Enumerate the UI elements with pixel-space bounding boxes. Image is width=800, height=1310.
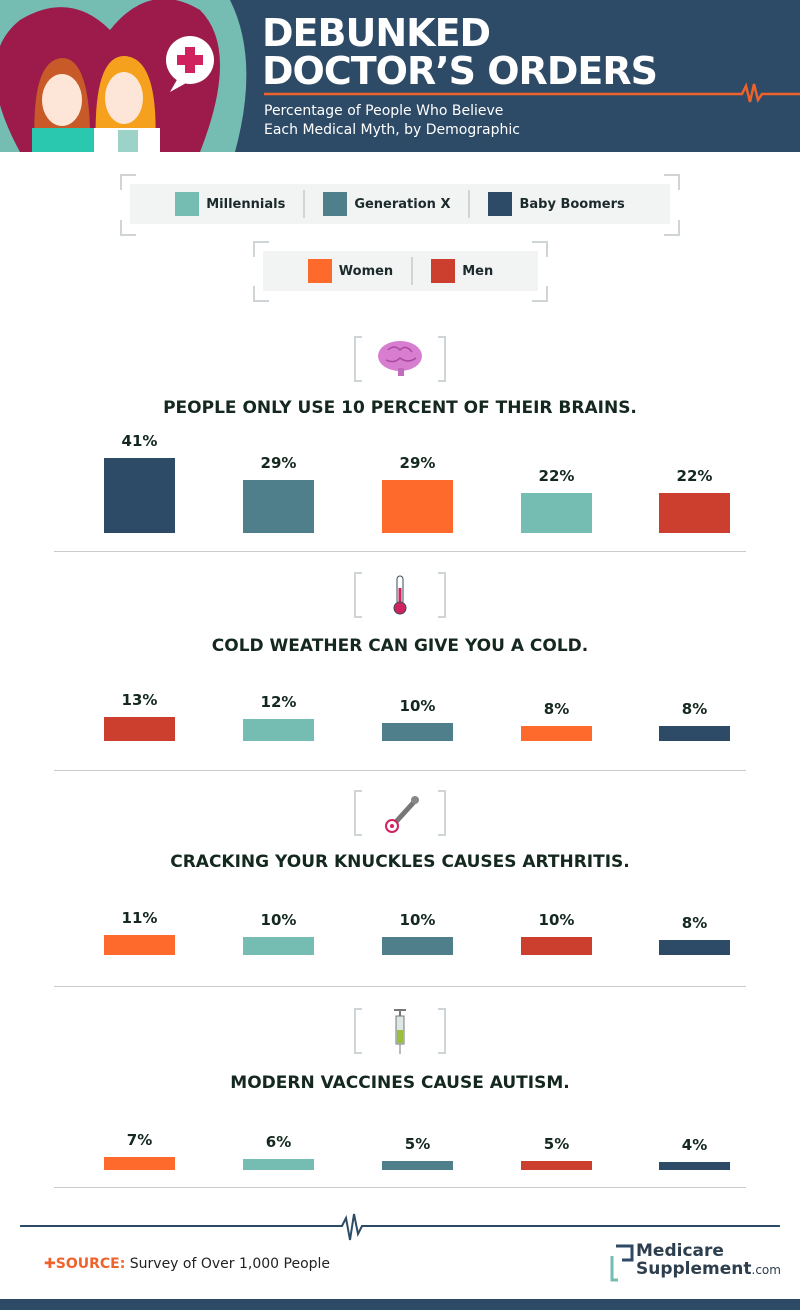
data-label: 4% [681, 1136, 708, 1154]
logo-suffix: .com [751, 1263, 781, 1277]
syringe-icon [354, 1008, 446, 1054]
swatch [323, 192, 348, 216]
myth-title: CRACKING YOUR KNUCKLES CAUSES ARTHRITIS. [170, 852, 630, 872]
data-label: 5% [404, 1134, 431, 1153]
divider [54, 1187, 746, 1188]
bar-baby-boomers [104, 457, 175, 533]
data-label: 29% [260, 453, 297, 472]
bar-generation-x [382, 1160, 453, 1170]
swatch [307, 259, 332, 283]
bar-men [104, 717, 175, 741]
data-label: 8% [681, 914, 708, 933]
source-label: SOURCE: [55, 1256, 126, 1272]
data-label: 5% [543, 1134, 570, 1153]
title-line-1: DEBUNKED [262, 11, 491, 55]
data-label: 10% [538, 910, 575, 929]
logo-mark-icon [610, 1244, 634, 1282]
bar-millennials [243, 936, 314, 955]
bar-generation-x [382, 936, 453, 955]
legend-label: Baby Boomers [519, 196, 625, 212]
myth-title: MODERN VACCINES CAUSE AUTISM. [230, 1073, 570, 1093]
bar-millennials [521, 492, 592, 533]
bar-men [659, 492, 730, 533]
legend-label: Millennials [206, 196, 286, 212]
data-label: 8% [681, 700, 708, 719]
brain-icon [354, 336, 446, 382]
divider [54, 551, 746, 552]
header-banner: DEBUNKED DOCTOR’S ORDERS Percentage of P… [0, 0, 800, 152]
bar-generation-x [382, 722, 453, 741]
data-label: 13% [121, 691, 158, 710]
legend-generations: Millennials Generation X Baby Boomers [130, 184, 670, 224]
bar-men [521, 1160, 592, 1170]
legend-item-baby-boomers: Baby Boomers [470, 192, 642, 216]
logo-line-2: Supplement [636, 1259, 752, 1279]
divider [54, 986, 746, 987]
logo-line-1: Medicare [636, 1241, 724, 1261]
bar-millennials [243, 1159, 314, 1170]
data-label: 29% [399, 453, 436, 472]
swatch [488, 192, 513, 216]
medicare-supplement-logo: Medicare Supplement.com [610, 1241, 781, 1284]
plus-icon: ✚ [44, 1256, 56, 1272]
bar-millennials [243, 719, 314, 741]
legend-item-generation-x: Generation X [305, 192, 468, 216]
thermometer-icon [354, 572, 446, 618]
bar-baby-boomers [659, 726, 730, 741]
source-text: Survey of Over 1,000 People [129, 1256, 331, 1272]
footer-bar [0, 1299, 800, 1310]
data-label: 7% [126, 1131, 153, 1150]
legend-item-men: Men [413, 259, 511, 283]
legend-item-millennials: Millennials [157, 192, 303, 216]
bar-women [382, 479, 453, 533]
data-label: 10% [399, 910, 436, 929]
bar-generation-x [243, 479, 314, 533]
data-label: 41% [121, 431, 158, 450]
legend-label: Generation X [354, 196, 451, 212]
data-label: 12% [260, 693, 297, 712]
source-note: ✚SOURCE: Survey of Over 1,000 People [44, 1256, 330, 1272]
data-label: 10% [260, 910, 297, 929]
bar-men [521, 936, 592, 955]
bar-women [521, 726, 592, 741]
myth-title: COLD WEATHER CAN GIVE YOU A COLD. [211, 636, 589, 656]
legend-genders: Women Men [263, 251, 538, 291]
legend-item-women: Women [290, 259, 411, 283]
legend-label: Men [462, 263, 494, 279]
subtitle-line-1: Percentage of People Who Believe [264, 103, 504, 119]
doctors-illustration [0, 0, 247, 152]
data-label: 22% [538, 466, 575, 485]
bar-women [104, 934, 175, 955]
bar-baby-boomers [659, 940, 730, 955]
data-label: 6% [265, 1133, 292, 1152]
data-label: 8% [543, 700, 570, 719]
bar-women [104, 1157, 175, 1170]
data-label: 22% [676, 466, 713, 485]
page-title: DEBUNKED DOCTOR’S ORDERS [262, 11, 658, 90]
data-label: 10% [399, 696, 436, 715]
swatch [175, 192, 200, 216]
divider [54, 770, 746, 771]
subtitle-line-2: Each Medical Myth, by Demographic [264, 122, 520, 138]
subtitle: Percentage of People Who Believe Each Me… [264, 102, 520, 140]
legend-label: Women [338, 263, 394, 279]
bone-icon [354, 790, 446, 836]
bar-baby-boomers [659, 1162, 730, 1170]
swatch [431, 259, 456, 283]
myth-title: PEOPLE ONLY USE 10 PERCENT OF THEIR BRAI… [163, 398, 637, 418]
data-label: 11% [121, 908, 158, 927]
